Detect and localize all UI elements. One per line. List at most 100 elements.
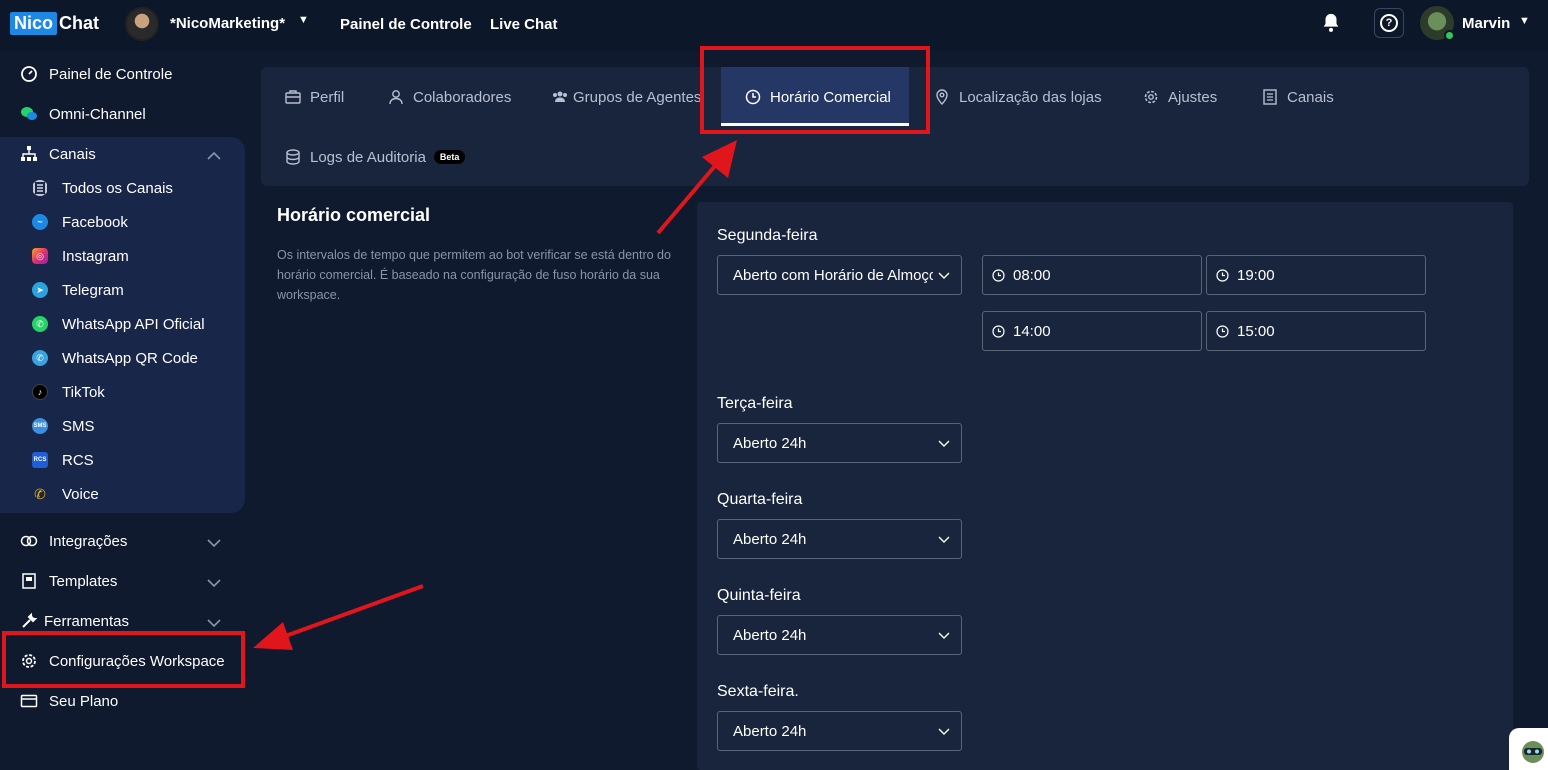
tiktok-icon: ♪ [32,384,48,400]
tab-perfil[interactable]: Perfil [285,86,344,108]
tab-grupos-de-agentes[interactable]: Grupos de Agentes [552,86,701,108]
sidebar-item-telegram[interactable]: ➤ Telegram [32,279,124,301]
sidebar-item-seu-plano[interactable]: Seu Plano [20,689,118,713]
chevron-up-icon[interactable] [207,149,221,163]
tab-label: Localização das lojas [959,88,1102,106]
sidebar-item-label: Voice [62,485,99,503]
sitemap-icon [21,146,37,161]
chat-icon [21,107,37,120]
sidebar-item-label: Integrações [49,532,128,550]
template-icon [22,573,36,589]
sidebar-item-todos-os-canais[interactable]: Todos os Canais [32,177,173,199]
logo-nico: Nico [10,12,58,35]
nav-live-chat[interactable]: Live Chat [490,16,558,33]
annotation-highlight-sidebar [2,631,245,688]
sidebar-item-sms[interactable]: SMS SMS [32,415,95,437]
sidebar-item-voice[interactable]: ✆ Voice [32,483,99,505]
database-icon [286,149,300,165]
chevron-down-icon[interactable] [207,536,221,550]
beta-badge: Beta [433,150,466,164]
chevron-down-icon [938,728,950,735]
instagram-icon: ◎ [32,248,48,264]
day-mode-select-terca[interactable]: Aberto 24h [717,423,962,463]
sidebar-item-label: TikTok [62,383,105,401]
caret-down-icon[interactable]: ▼ [1519,15,1530,27]
tab-label: Colaboradores [413,88,512,106]
phone-icon: ✆ [34,485,46,502]
open-time-input[interactable]: 08:00 [982,255,1202,295]
chevron-down-icon[interactable] [207,576,221,590]
tab-ajustes[interactable]: Ajustes [1143,86,1217,108]
day-mode-select-sexta[interactable]: Aberto 24h [717,711,962,751]
sidebar-item-omni-channel[interactable]: Omni-Channel [20,102,146,126]
tab-label: Logs de Auditoria [310,148,426,166]
sidebar-item-label: Telegram [62,281,124,299]
sidebar-item-canais[interactable]: Canais [20,142,96,166]
sidebar-item-painel[interactable]: Painel de Controle [20,62,172,86]
dashboard-icon [21,66,37,82]
close-time-input[interactable]: 19:00 [1206,255,1426,295]
day-label-quinta: Quinta-feira [717,587,801,604]
sidebar-item-facebook[interactable]: ~ Facebook [32,211,128,233]
sidebar-item-label: Todos os Canais [62,179,173,197]
arrow-to-sidebar [253,584,424,650]
select-value: Aberto 24h [733,722,807,740]
chevron-down-icon [938,440,950,447]
day-mode-select-quarta[interactable]: Aberto 24h [717,519,962,559]
sidebar-item-label: Instagram [62,247,129,265]
chevron-down-icon [938,272,950,279]
workspace-avatar[interactable] [125,7,159,41]
sidebar-item-templates[interactable]: Templates [20,569,117,593]
workspace-name[interactable]: *NicoMarketing* [170,15,285,32]
robot-icon [1522,741,1544,763]
sidebar-item-whatsapp-api[interactable]: ✆ WhatsApp API Oficial [32,313,205,335]
tab-colaboradores[interactable]: Colaboradores [388,86,511,108]
users-icon [553,91,567,102]
sidebar-item-label: Ferramentas [44,612,130,630]
day-mode-select-quinta[interactable]: Aberto 24h [717,615,962,655]
day-mode-select-segunda[interactable]: Aberto com Horário de Almoço [717,255,962,295]
briefcase-icon [285,90,301,104]
select-value: Aberto 24h [733,530,807,548]
online-status-dot [1444,30,1455,41]
tab-label: Canais [1287,88,1334,106]
clock-icon [992,324,1005,338]
location-icon [936,89,948,105]
chevron-down-icon [938,632,950,639]
user-name[interactable]: Marvin [1462,15,1510,32]
sidebar-item-integracoes[interactable]: Integrações [20,529,127,553]
sidebar-item-whatsapp-qr[interactable]: ✆ WhatsApp QR Code [32,347,198,369]
sidebar-item-ferramentas[interactable]: Ferramentas [20,609,129,633]
card-icon [20,694,38,708]
sidebar-item-label: WhatsApp QR Code [62,349,198,367]
messenger-icon: ~ [32,214,48,230]
lunch-end-input[interactable]: 15:00 [1206,311,1426,351]
help-button[interactable]: ? [1374,8,1404,38]
time-value: 14:00 [1013,322,1051,340]
time-value: 08:00 [1013,266,1051,284]
nicochat-logo[interactable]: Nico Chat [10,12,99,35]
clock-icon [1216,324,1229,338]
time-value: 19:00 [1237,266,1275,284]
list-icon [33,180,47,196]
sidebar-item-tiktok[interactable]: ♪ TikTok [32,381,105,403]
tab-label: Perfil [310,88,345,106]
nav-painel-de-controle[interactable]: Painel de Controle [340,16,472,33]
lunch-start-input[interactable]: 14:00 [982,311,1202,351]
bell-icon[interactable] [1320,12,1342,34]
sidebar-item-label: WhatsApp API Oficial [62,315,205,333]
sidebar-item-label: Canais [49,145,96,163]
select-value: Aberto 24h [733,434,807,452]
tab-localizacao-das-lojas[interactable]: Localização das lojas [934,86,1102,108]
select-value: Aberto com Horário de Almoço [733,266,933,284]
chevron-down-icon[interactable] [207,616,221,630]
clock-icon [1216,268,1229,282]
sidebar-item-instagram[interactable]: ◎ Instagram [32,245,129,267]
tab-canais[interactable]: Canais [1262,86,1334,108]
chatbot-widget-button[interactable] [1509,728,1548,770]
sidebar-item-rcs[interactable]: RCS RCS [32,449,94,471]
sidebar-item-label: Templates [49,572,118,590]
caret-down-icon[interactable]: ▼ [298,14,309,26]
tab-logs-de-auditoria[interactable]: Logs de Auditoria Beta [285,146,466,168]
day-label-segunda: Segunda-feira [717,227,818,244]
